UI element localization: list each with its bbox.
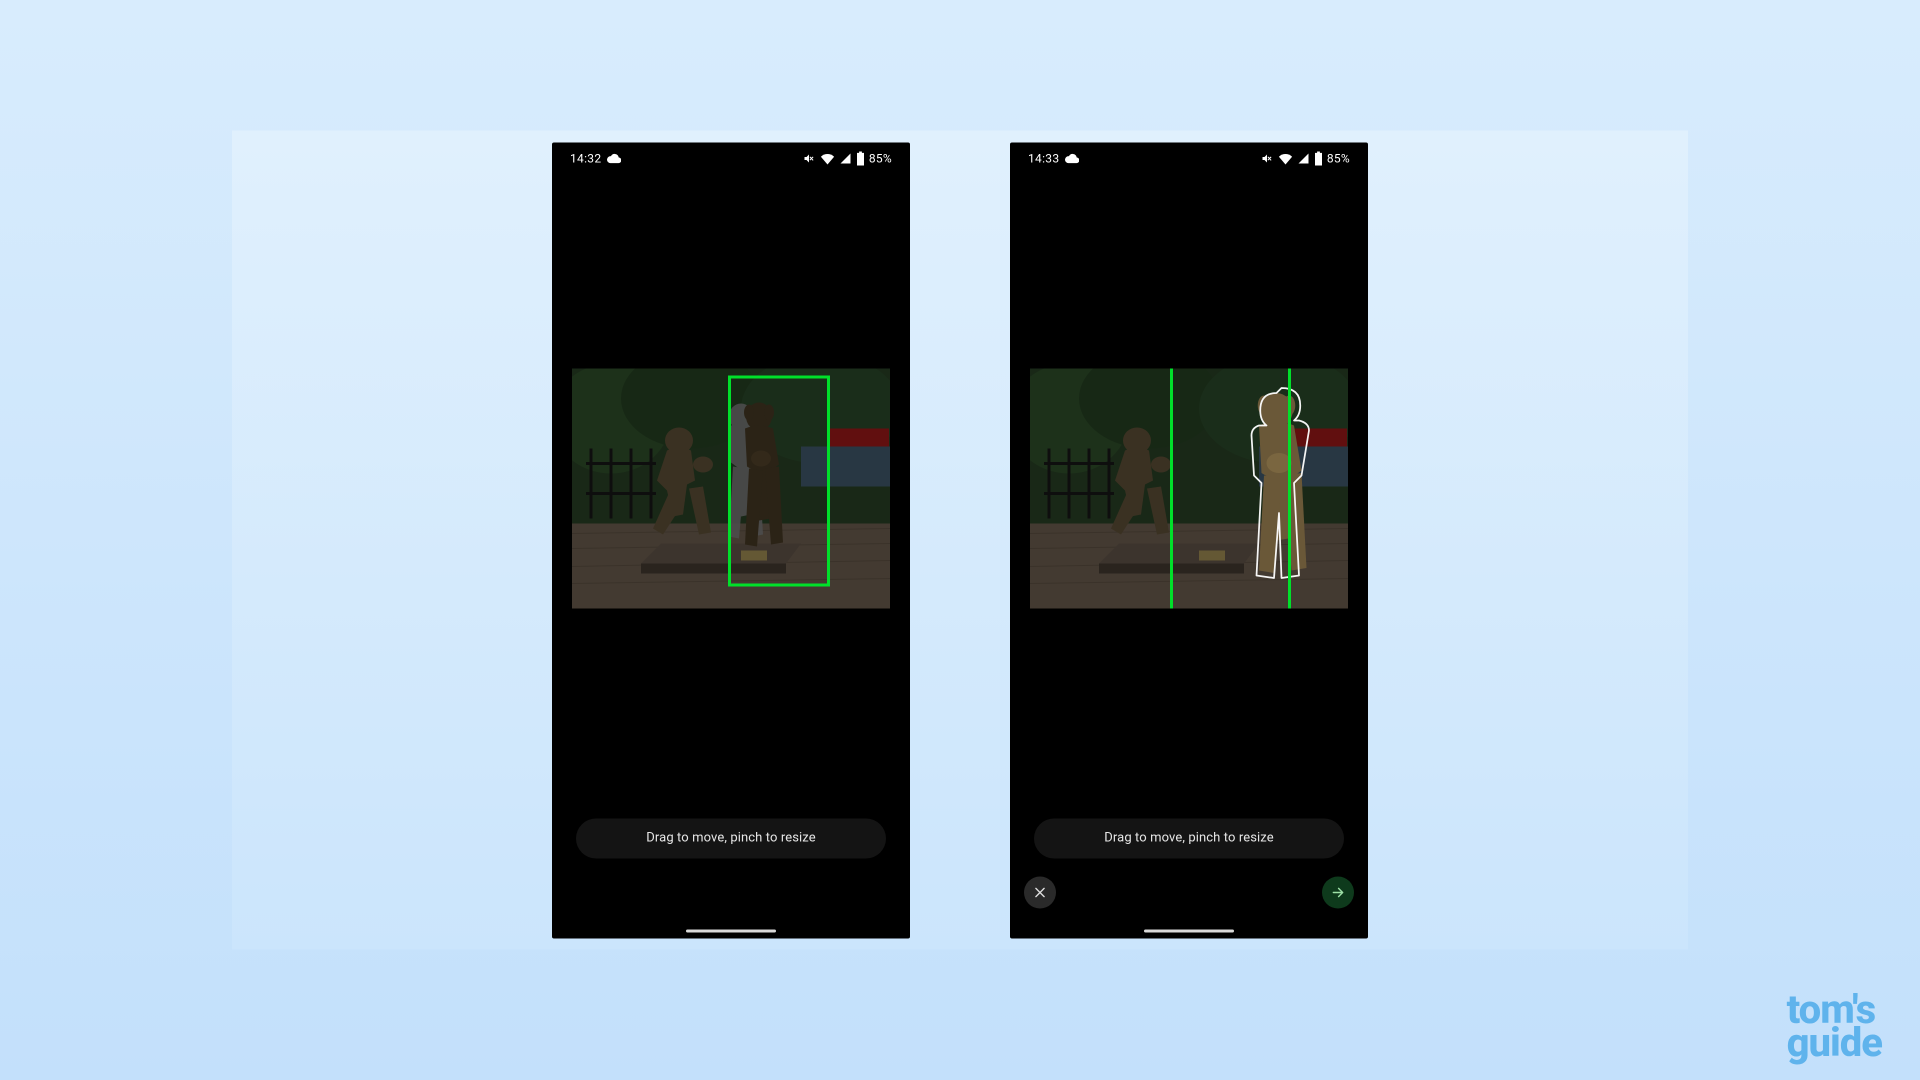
instruction-text: Drag to move, pinch to resize — [646, 831, 815, 846]
instruction-pill: Drag to move, pinch to resize — [576, 818, 886, 858]
selection-box[interactable] — [728, 375, 830, 586]
confirm-button[interactable] — [1322, 876, 1354, 908]
instruction-text: Drag to move, pinch to resize — [1104, 831, 1273, 846]
selection-box[interactable] — [1170, 368, 1291, 608]
mute-icon — [802, 152, 816, 164]
wifi-icon — [1278, 152, 1293, 164]
photo-canvas[interactable] — [1030, 368, 1348, 608]
instruction-pill: Drag to move, pinch to resize — [1034, 818, 1344, 858]
battery-percentage: 85% — [1327, 151, 1350, 165]
wifi-icon — [820, 152, 835, 164]
phone-screenshot-right: 14:33 85% — [1010, 142, 1368, 938]
cloud-icon — [607, 153, 621, 163]
close-icon — [1033, 885, 1047, 899]
photo-canvas[interactable] — [572, 368, 890, 608]
signal-icon — [839, 152, 852, 164]
cancel-button[interactable] — [1024, 876, 1056, 908]
battery-percentage: 85% — [869, 151, 892, 165]
home-indicator[interactable] — [686, 929, 776, 932]
article-stage: 14:32 85% — [232, 131, 1688, 950]
cloud-icon — [1065, 153, 1079, 163]
status-time: 14:33 — [1028, 151, 1059, 165]
battery-icon — [1314, 151, 1323, 165]
status-bar: 14:33 85% — [1010, 142, 1368, 174]
watermark-line2: guide — [1787, 1019, 1882, 1066]
status-bar: 14:32 85% — [552, 142, 910, 174]
site-watermark: tom's guide — [1787, 994, 1882, 1060]
home-indicator[interactable] — [1144, 929, 1234, 932]
signal-icon — [1297, 152, 1310, 164]
phone-screenshot-left: 14:32 85% — [552, 142, 910, 938]
arrow-right-icon — [1330, 885, 1346, 899]
mute-icon — [1260, 152, 1274, 164]
status-time: 14:32 — [570, 151, 601, 165]
battery-icon — [856, 151, 865, 165]
